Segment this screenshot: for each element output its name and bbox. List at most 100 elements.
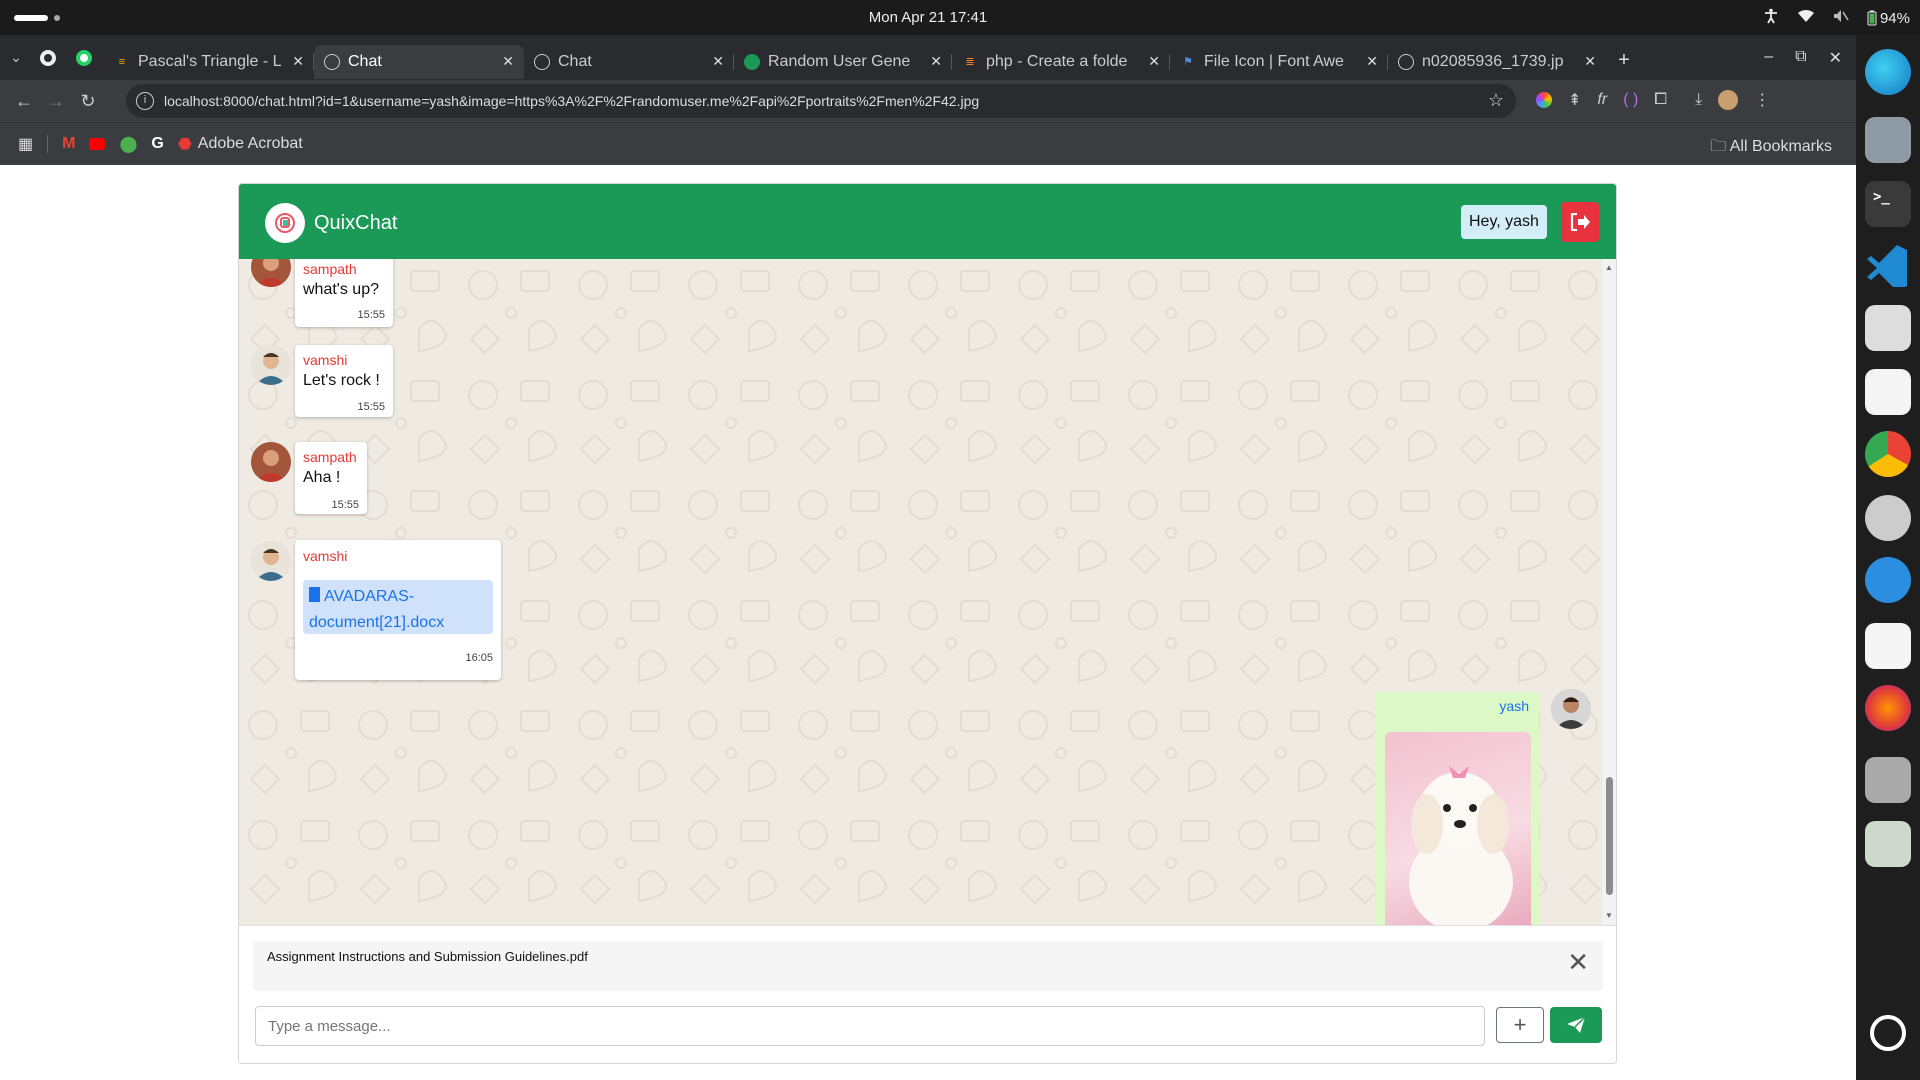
ubuntu-apps-icon[interactable] — [1870, 1015, 1906, 1051]
file-attachment-link[interactable]: AVADARAS-document[21].docx — [303, 580, 493, 634]
bookmark-star-icon[interactable]: ☆ — [1488, 90, 1504, 111]
firefox-icon[interactable] — [1865, 685, 1911, 731]
google-icon[interactable]: G — [151, 135, 163, 153]
tab-image[interactable]: n02085936_1739.jp ✕ — [1388, 45, 1606, 79]
url-text: localhost:8000/chat.html?id=1&username=y… — [164, 93, 980, 109]
edge-browser-icon[interactable] — [1865, 49, 1911, 95]
system-clock[interactable]: Mon Apr 21 17:41 — [0, 9, 1856, 26]
maps-pin-icon[interactable]: ⬤ — [119, 134, 137, 154]
own-message-bubble: yash — [1375, 692, 1539, 925]
tab-strip: ⌄ ≡ Pascal's Triangle - L ✕ Chat ✕ Chat … — [0, 35, 1856, 80]
sent-image-puppy[interactable] — [1385, 732, 1531, 925]
download-icon[interactable]: ⤓ — [1695, 91, 1702, 109]
message-bubble: sampath Aha ! 15:55 — [295, 442, 367, 514]
text-editor-icon[interactable] — [1865, 623, 1911, 669]
message-sender: sampath — [303, 261, 357, 277]
tab-favicon-icon: ≡ — [118, 55, 126, 68]
scroll-up-arrow-icon[interactable]: ▲ — [1605, 263, 1613, 272]
close-tab-icon[interactable]: ✕ — [712, 53, 724, 70]
tab-random-user[interactable]: Random User Gene ✕ — [734, 45, 952, 79]
tab-favicon-icon — [744, 53, 760, 70]
quixchat-app: QuixChat Hey, yash sampath what's up? 15… — [238, 183, 1617, 1064]
search-magnifier-icon[interactable] — [1865, 305, 1911, 351]
message-bubble: vamshi AVADARAS-document[21].docx 16:05 — [295, 540, 501, 680]
tab-title: Random User Gene — [768, 52, 911, 70]
logout-button[interactable] — [1561, 202, 1599, 242]
attachment-filename: Assignment Instructions and Submission G… — [267, 949, 588, 964]
tab-search-button[interactable]: ⌄ — [0, 49, 32, 66]
close-tab-icon[interactable]: ✕ — [930, 53, 942, 70]
scrollbar-thumb[interactable] — [1606, 777, 1613, 895]
close-window-icon[interactable]: ✕ — [1829, 48, 1842, 68]
bookmarks-bar: ▦ M ⬤ G ⬣ Adobe Acrobat 🗀 All Bookmarks — [0, 122, 1856, 165]
bookmark-adobe-acrobat[interactable]: ⬣ Adobe Acrobat — [178, 134, 303, 154]
scroll-down-arrow-icon[interactable]: ▼ — [1605, 911, 1613, 920]
message-sender: vamshi — [303, 548, 348, 564]
system-settings-gear-icon[interactable] — [1865, 495, 1911, 541]
mixer-icon[interactable] — [1865, 557, 1911, 603]
navigation-toolbar: ← → ↻ i localhost:8000/chat.html?id=1&us… — [0, 80, 1856, 122]
tab-pascals-triangle[interactable]: ≡ Pascal's Triangle - L ✕ — [104, 45, 314, 79]
accessibility-icon[interactable] — [1763, 8, 1779, 28]
avatar-sampath[interactable] — [251, 442, 291, 482]
code-extension-icon[interactable]: ( ) — [1623, 91, 1638, 109]
avatar-vamshi[interactable] — [251, 541, 291, 581]
add-attachment-button[interactable]: + — [1496, 1007, 1544, 1043]
tab-chat[interactable]: Chat ✕ — [524, 45, 734, 79]
vscode-icon[interactable] — [1865, 241, 1911, 291]
tab-font-awesome[interactable]: ⚑ File Icon | Font Awe ✕ — [1170, 45, 1388, 79]
address-bar[interactable]: i localhost:8000/chat.html?id=1&username… — [126, 84, 1516, 118]
puzzle-icon[interactable]: ⧠ — [1654, 91, 1667, 109]
acrobat-icon: ⬣ — [177, 136, 192, 153]
message-input[interactable] — [255, 1006, 1485, 1046]
settings-toggle-icon[interactable] — [1865, 369, 1911, 415]
gmail-icon[interactable]: M — [62, 135, 75, 153]
message-text: Aha ! — [303, 469, 341, 486]
page-viewport: QuixChat Hey, yash sampath what's up? 15… — [0, 165, 1856, 1080]
remove-attachment-close-icon[interactable]: ✕ — [1567, 949, 1589, 975]
avatar-vamshi[interactable] — [251, 345, 291, 385]
youtube-icon[interactable] — [89, 138, 106, 150]
browser-window: ⌄ ≡ Pascal's Triangle - L ✕ Chat ✕ Chat … — [0, 35, 1856, 165]
extension-icon[interactable]: ⇞ — [1568, 90, 1581, 110]
message-time: 15:55 — [331, 499, 359, 511]
minimize-icon[interactable]: – — [1764, 48, 1773, 68]
new-tab-button[interactable]: + — [1606, 49, 1642, 72]
trash-icon[interactable] — [1865, 821, 1911, 867]
back-icon[interactable]: ← — [8, 91, 40, 112]
close-tab-icon[interactable]: ✕ — [502, 53, 514, 70]
tab-title: Pascal's Triangle - L — [138, 52, 282, 70]
files-folder-icon[interactable] — [1865, 117, 1911, 163]
close-tab-icon[interactable]: ✕ — [1584, 53, 1596, 70]
apps-grid-icon[interactable]: ▦ — [18, 134, 33, 154]
forward-icon[interactable]: → — [40, 91, 72, 112]
send-button[interactable] — [1550, 1007, 1602, 1043]
close-tab-icon[interactable]: ✕ — [1148, 53, 1160, 70]
message-bubble: sampath what's up? 15:55 — [295, 259, 393, 327]
profile-avatar-icon[interactable] — [1718, 90, 1739, 110]
restore-icon[interactable]: ⧉ — [1795, 48, 1806, 68]
battery-icon[interactable]: 94% — [1867, 10, 1910, 27]
volume-muted-icon[interactable] — [1833, 9, 1849, 27]
site-info-icon[interactable]: i — [136, 92, 154, 110]
menu-kebab-icon[interactable]: ⋮ — [1754, 90, 1770, 110]
function-extension-icon[interactable]: fr — [1597, 91, 1607, 109]
tab-stackoverflow[interactable]: ≣ php - Create a folde ✕ — [952, 45, 1170, 79]
close-tab-icon[interactable]: ✕ — [1366, 53, 1378, 70]
close-tab-icon[interactable]: ✕ — [292, 53, 304, 70]
chrome-icon[interactable] — [1865, 431, 1911, 477]
stackoverflow-icon: ≣ — [965, 56, 975, 68]
github-pinned-tab[interactable] — [32, 49, 64, 67]
ssd-drive-icon[interactable] — [1865, 757, 1911, 803]
terminal-icon[interactable]: >_ — [1865, 181, 1911, 227]
reload-icon[interactable]: ↻ — [72, 91, 104, 112]
brand-name: QuixChat — [314, 212, 398, 234]
wifi-icon[interactable] — [1797, 9, 1815, 27]
chat-messages-area[interactable]: sampath what's up? 15:55 vamshi Let's ro… — [239, 259, 1616, 925]
tab-chat-active[interactable]: Chat ✕ — [314, 44, 524, 79]
all-bookmarks-button[interactable]: 🗀 All Bookmarks — [1710, 135, 1832, 162]
whatsapp-pinned-tab[interactable] — [64, 49, 104, 67]
avatar-yash[interactable] — [1551, 689, 1591, 729]
chat-scrollbar[interactable]: ▲ ▼ — [1602, 259, 1616, 925]
color-extension-icon[interactable] — [1536, 92, 1552, 108]
